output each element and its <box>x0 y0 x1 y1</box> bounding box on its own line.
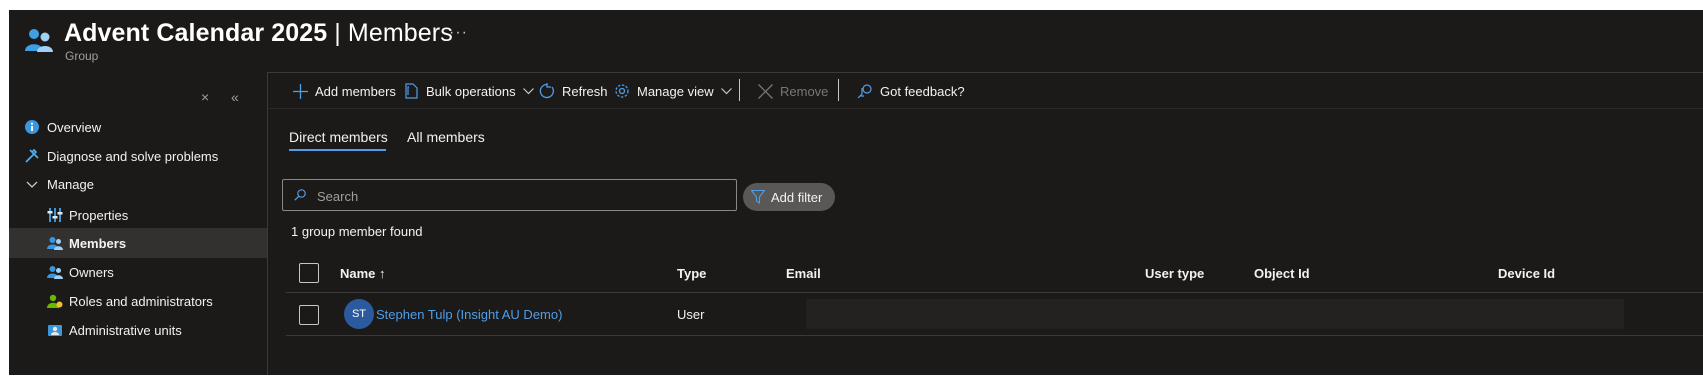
toolbar-divider <box>838 79 839 101</box>
sidebar-item-label: Properties <box>69 208 129 223</box>
add-members-button[interactable]: Add members <box>293 81 396 101</box>
row-divider <box>286 335 1703 336</box>
info-icon <box>25 120 39 134</box>
column-header-user-type[interactable]: User type <box>1145 266 1204 281</box>
refresh-icon <box>539 83 555 99</box>
main-content: Add members Bulk operations Refresh Mana… <box>267 72 1703 375</box>
row-checkbox[interactable] <box>299 305 319 325</box>
roles-icon <box>47 294 63 308</box>
column-header-device-id[interactable]: Device Id <box>1498 266 1555 281</box>
refresh-label: Refresh <box>562 83 608 99</box>
result-count: 1 group member found <box>291 224 423 239</box>
remove-label: Remove <box>780 83 829 99</box>
command-bar: Add members Bulk operations Refresh Mana… <box>268 73 1703 109</box>
column-header-type[interactable]: Type <box>677 266 706 281</box>
feedback-label: Got feedback? <box>880 83 965 99</box>
close-icon[interactable]: × <box>201 89 209 105</box>
sidebar-item-roles[interactable]: Roles and administrators <box>9 286 267 316</box>
sidebar-item-manage[interactable]: Manage <box>9 169 267 199</box>
bulk-operations-label: Bulk operations <box>426 83 516 99</box>
page-subtitle: Group <box>65 49 99 63</box>
feedback-button[interactable]: Got feedback? <box>857 81 965 101</box>
chevron-down-icon <box>522 87 534 94</box>
column-header-object-id[interactable]: Object Id <box>1254 266 1310 281</box>
feedback-icon <box>857 84 872 99</box>
plus-icon <box>293 83 308 99</box>
gear-icon <box>615 84 629 98</box>
portal-frame: Advent Calendar 2025 | Members Group ···… <box>9 10 1703 375</box>
add-filter-button[interactable]: Add filter <box>743 183 835 211</box>
sidebar-item-label: Manage <box>47 177 94 192</box>
page-title-group: Advent Calendar 2025 <box>64 19 328 47</box>
sidebar-item-label: Members <box>69 236 127 251</box>
filter-icon <box>751 190 765 204</box>
add-members-label: Add members <box>315 83 396 99</box>
document-icon <box>405 83 418 99</box>
collapse-sidebar-icon[interactable]: « <box>231 89 239 105</box>
search-input[interactable] <box>315 186 719 206</box>
sidebar-item-overview[interactable]: Overview <box>9 112 267 142</box>
sidebar-item-members[interactable]: Members <box>9 228 267 258</box>
sidebar-item-diagnose[interactable]: Diagnose and solve problems <box>9 141 267 171</box>
tab-direct-members[interactable]: Direct members <box>289 129 388 145</box>
more-options-button[interactable]: ··· <box>449 24 468 42</box>
group-icon <box>25 29 53 52</box>
column-header-name[interactable]: Name ↑ <box>340 266 386 281</box>
column-header-email[interactable]: Email <box>786 266 821 281</box>
sidebar-item-admin-units[interactable]: Administrative units <box>9 315 267 345</box>
sidebar-item-label: Roles and administrators <box>69 294 213 309</box>
properties-icon <box>47 208 63 222</box>
toolbar-divider <box>739 79 740 101</box>
selected-tab-indicator <box>289 149 386 151</box>
add-filter-label: Add filter <box>771 189 823 205</box>
members-icon <box>47 237 63 250</box>
header-divider <box>286 292 1703 293</box>
bulk-operations-button[interactable]: Bulk operations <box>405 81 534 101</box>
wrench-icon <box>25 148 39 163</box>
manage-view-button[interactable]: Manage view <box>614 81 732 101</box>
blade-header: Advent Calendar 2025 | Members Group ··· <box>9 10 1703 72</box>
select-all-checkbox[interactable] <box>299 263 319 283</box>
chevron-down-icon <box>26 181 38 188</box>
sidebar-item-label: Administrative units <box>69 323 182 338</box>
search-icon <box>294 189 306 201</box>
chevron-down-icon <box>720 87 732 94</box>
sidebar-item-label: Diagnose and solve problems <box>47 149 219 164</box>
member-tabs: Direct members All members <box>268 109 1703 155</box>
remove-button[interactable]: Remove <box>758 81 828 101</box>
refresh-button[interactable]: Refresh <box>539 81 608 101</box>
owners-icon <box>47 266 63 279</box>
member-name-link[interactable]: Stephen Tulp (Insight AU Demo) <box>376 307 562 322</box>
page-title: Advent Calendar 2025 | Members <box>64 19 453 48</box>
page-title-section: | Members <box>327 19 453 47</box>
sidebar: × « Overview Diagnose and solve problems… <box>9 72 267 375</box>
member-type: User <box>677 307 705 322</box>
sidebar-item-label: Owners <box>69 265 114 280</box>
manage-view-label: Manage view <box>637 83 714 99</box>
redacted-area <box>806 299 1624 329</box>
tab-all-members[interactable]: All members <box>407 129 485 145</box>
search-box[interactable] <box>282 179 737 211</box>
avatar: ST <box>344 299 374 329</box>
admin-units-icon <box>48 325 62 336</box>
sidebar-item-label: Overview <box>47 120 102 135</box>
close-icon <box>758 83 773 99</box>
sidebar-item-properties[interactable]: Properties <box>9 200 267 230</box>
sidebar-item-owners[interactable]: Owners <box>9 257 267 287</box>
